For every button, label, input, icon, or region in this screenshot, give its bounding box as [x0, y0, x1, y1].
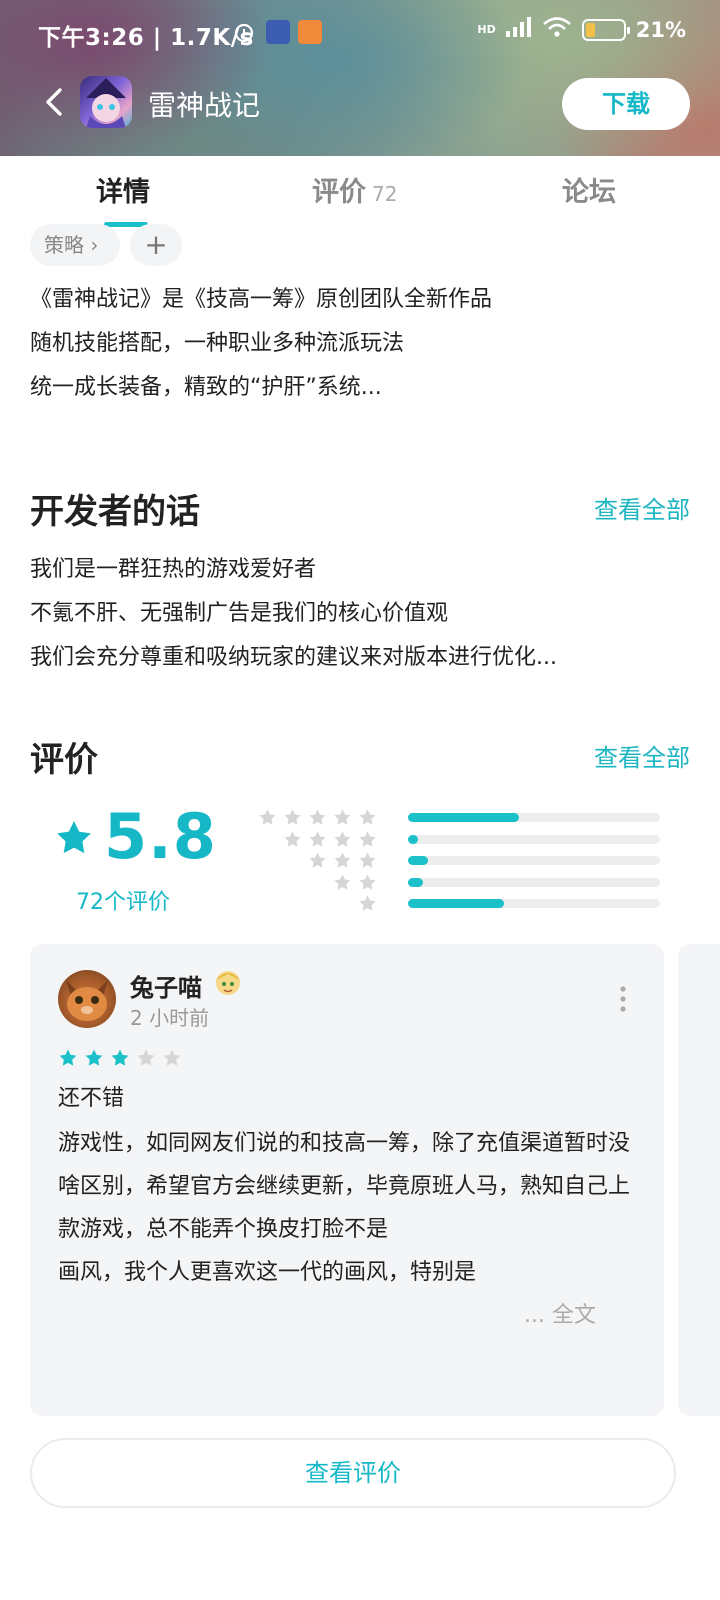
star-icon — [334, 830, 351, 847]
rating-bar-track — [408, 856, 660, 865]
rating-bar-fill — [408, 813, 519, 822]
rating-bar-fill — [408, 877, 424, 887]
tab-forum[interactable]: 论坛 — [562, 170, 616, 209]
star-icon — [359, 809, 376, 825]
battery-icon — [581, 18, 630, 41]
network-type: HD — [477, 23, 496, 36]
app-icon — [80, 76, 132, 128]
review-time: 2 小时前 — [130, 1006, 210, 1030]
description-line: 统一成长装备，精致的“护肝”系统... — [30, 375, 382, 400]
nav-bar: 雷神战记 下载 — [0, 70, 720, 140]
rating-count: 72个评价 — [76, 890, 170, 915]
rating-bar-track — [408, 813, 660, 822]
more-options-icon[interactable] — [618, 984, 628, 1014]
star-icon — [163, 1049, 181, 1066]
rating-row-3-star — [270, 851, 670, 870]
rating-row-stars — [358, 894, 387, 913]
star-icon — [57, 821, 91, 854]
add-tag-button[interactable]: + — [130, 224, 182, 266]
rating-row-stars — [308, 851, 387, 870]
app-title: 雷神战记 — [148, 89, 261, 122]
star-icon — [309, 830, 326, 847]
developer-line: 不氪不肝、无强制广告是我们的核心价值观 — [30, 601, 449, 626]
rating-row-1-star — [270, 894, 670, 913]
star-icon — [284, 809, 301, 825]
star-icon — [334, 809, 351, 825]
tab-details[interactable]: 详情 — [96, 170, 150, 209]
rating-row-2-star — [270, 873, 670, 892]
review-stars — [58, 1048, 182, 1068]
next-review-card[interactable] — [678, 944, 720, 1416]
rating-row-5-star — [259, 809, 670, 825]
rating-bar-fill — [408, 899, 504, 908]
developer-words-title: 开发者的话 — [30, 492, 200, 532]
tab-forum-label: 论坛 — [562, 177, 616, 208]
star-icon — [259, 809, 276, 825]
rating-bar-track — [408, 834, 660, 844]
tab-reviews-label: 评价 — [312, 177, 366, 208]
view-reviews-button[interactable]: 查看评价 — [30, 1438, 676, 1508]
review-username[interactable]: 兔子喵 — [130, 968, 202, 1003]
ratings-see-all[interactable]: 查看全部 — [594, 738, 690, 773]
rating-bar-track — [408, 899, 660, 908]
ratings-title: 评价 — [30, 740, 98, 780]
description-line: 随机技能搭配，一种职业多种流派玩法 — [30, 331, 405, 356]
developer-line: 我们是一群狂热的游戏爱好者 — [30, 557, 317, 582]
rating-bar-track — [408, 877, 660, 887]
developer-words-see-all[interactable]: 查看全部 — [594, 490, 690, 525]
game-description[interactable]: 《雷神战记》是《技高一筹》原创团队全新作品 随机技能搭配，一种职业多种流派玩法 … — [30, 278, 492, 410]
battery-level: 21% — [635, 17, 686, 42]
review-paragraph: 游戏性，如同网友们说的和技高一筹，除了充值渠道暂时没啥区别，希望官方会继续更新，… — [58, 1131, 631, 1242]
star-icon — [359, 852, 376, 868]
rating-bar-fill — [408, 834, 419, 844]
tab-reviews-count: 72 — [372, 182, 398, 206]
user-badge-icon — [212, 966, 244, 998]
alarm-icon — [232, 20, 256, 44]
star-icon — [359, 830, 376, 847]
star-icon — [59, 1049, 77, 1066]
review-card[interactable]: 兔子喵 2 小时前 还不错 游戏性，如同网友们说的和技高一筹，除了充值渠道暂时没… — [30, 944, 664, 1416]
wifi-icon — [542, 16, 572, 43]
star-icon — [359, 873, 376, 890]
review-title: 还不错 — [58, 1086, 125, 1111]
star-icon — [334, 852, 351, 868]
rating-row-stars — [283, 830, 387, 849]
star-icon — [111, 1049, 129, 1066]
review-read-more[interactable]: ... 全文 — [520, 1294, 596, 1337]
star-icon — [137, 1049, 155, 1066]
developer-words-text[interactable]: 我们是一群狂热的游戏爱好者 不氪不肝、无强制广告是我们的核心价值观 我们会充分尊… — [30, 548, 557, 680]
star-icon — [85, 1049, 103, 1066]
star-icon — [309, 809, 326, 825]
review-paragraph: 画风，我个人更喜欢这一代的画风，特别是 — [58, 1260, 477, 1285]
rating-row-4-star — [270, 830, 670, 849]
rating-score: 5.8 — [104, 800, 217, 873]
star-icon — [359, 895, 376, 911]
description-line: 《雷神战记》是《技高一筹》原创团队全新作品 — [30, 287, 493, 312]
tab-reviews[interactable]: 评价 72 — [312, 170, 397, 209]
star-icon — [309, 852, 326, 868]
developer-line: 我们会充分尊重和吸纳玩家的建议来对版本进行优化... — [30, 645, 557, 670]
status-time: 下午3:26 | 1.7K/s — [38, 25, 254, 51]
status-bar: 下午3:26 | 1.7K/s HD 21% — [0, 0, 720, 64]
star-icon — [334, 873, 351, 890]
rating-row-stars — [258, 808, 387, 827]
rating-bar-fill — [408, 856, 429, 865]
tag-strategy[interactable]: 策略 › — [30, 224, 120, 266]
tab-details-label: 详情 — [96, 177, 150, 208]
rating-row-stars — [333, 873, 387, 892]
review-body: 游戏性，如同网友们说的和技高一筹，除了充值渠道暂时没啥区别，希望官方会继续更新，… — [58, 1122, 638, 1294]
download-button[interactable]: 下载 — [562, 78, 690, 130]
star-icon — [284, 830, 301, 847]
avatar[interactable] — [58, 970, 116, 1028]
signal-icon — [505, 17, 532, 42]
notification-app-icon — [266, 20, 290, 44]
notification-browser-icon — [298, 20, 322, 44]
back-icon[interactable] — [36, 84, 72, 120]
tab-bar: 详情 评价 72 论坛 — [0, 156, 720, 228]
